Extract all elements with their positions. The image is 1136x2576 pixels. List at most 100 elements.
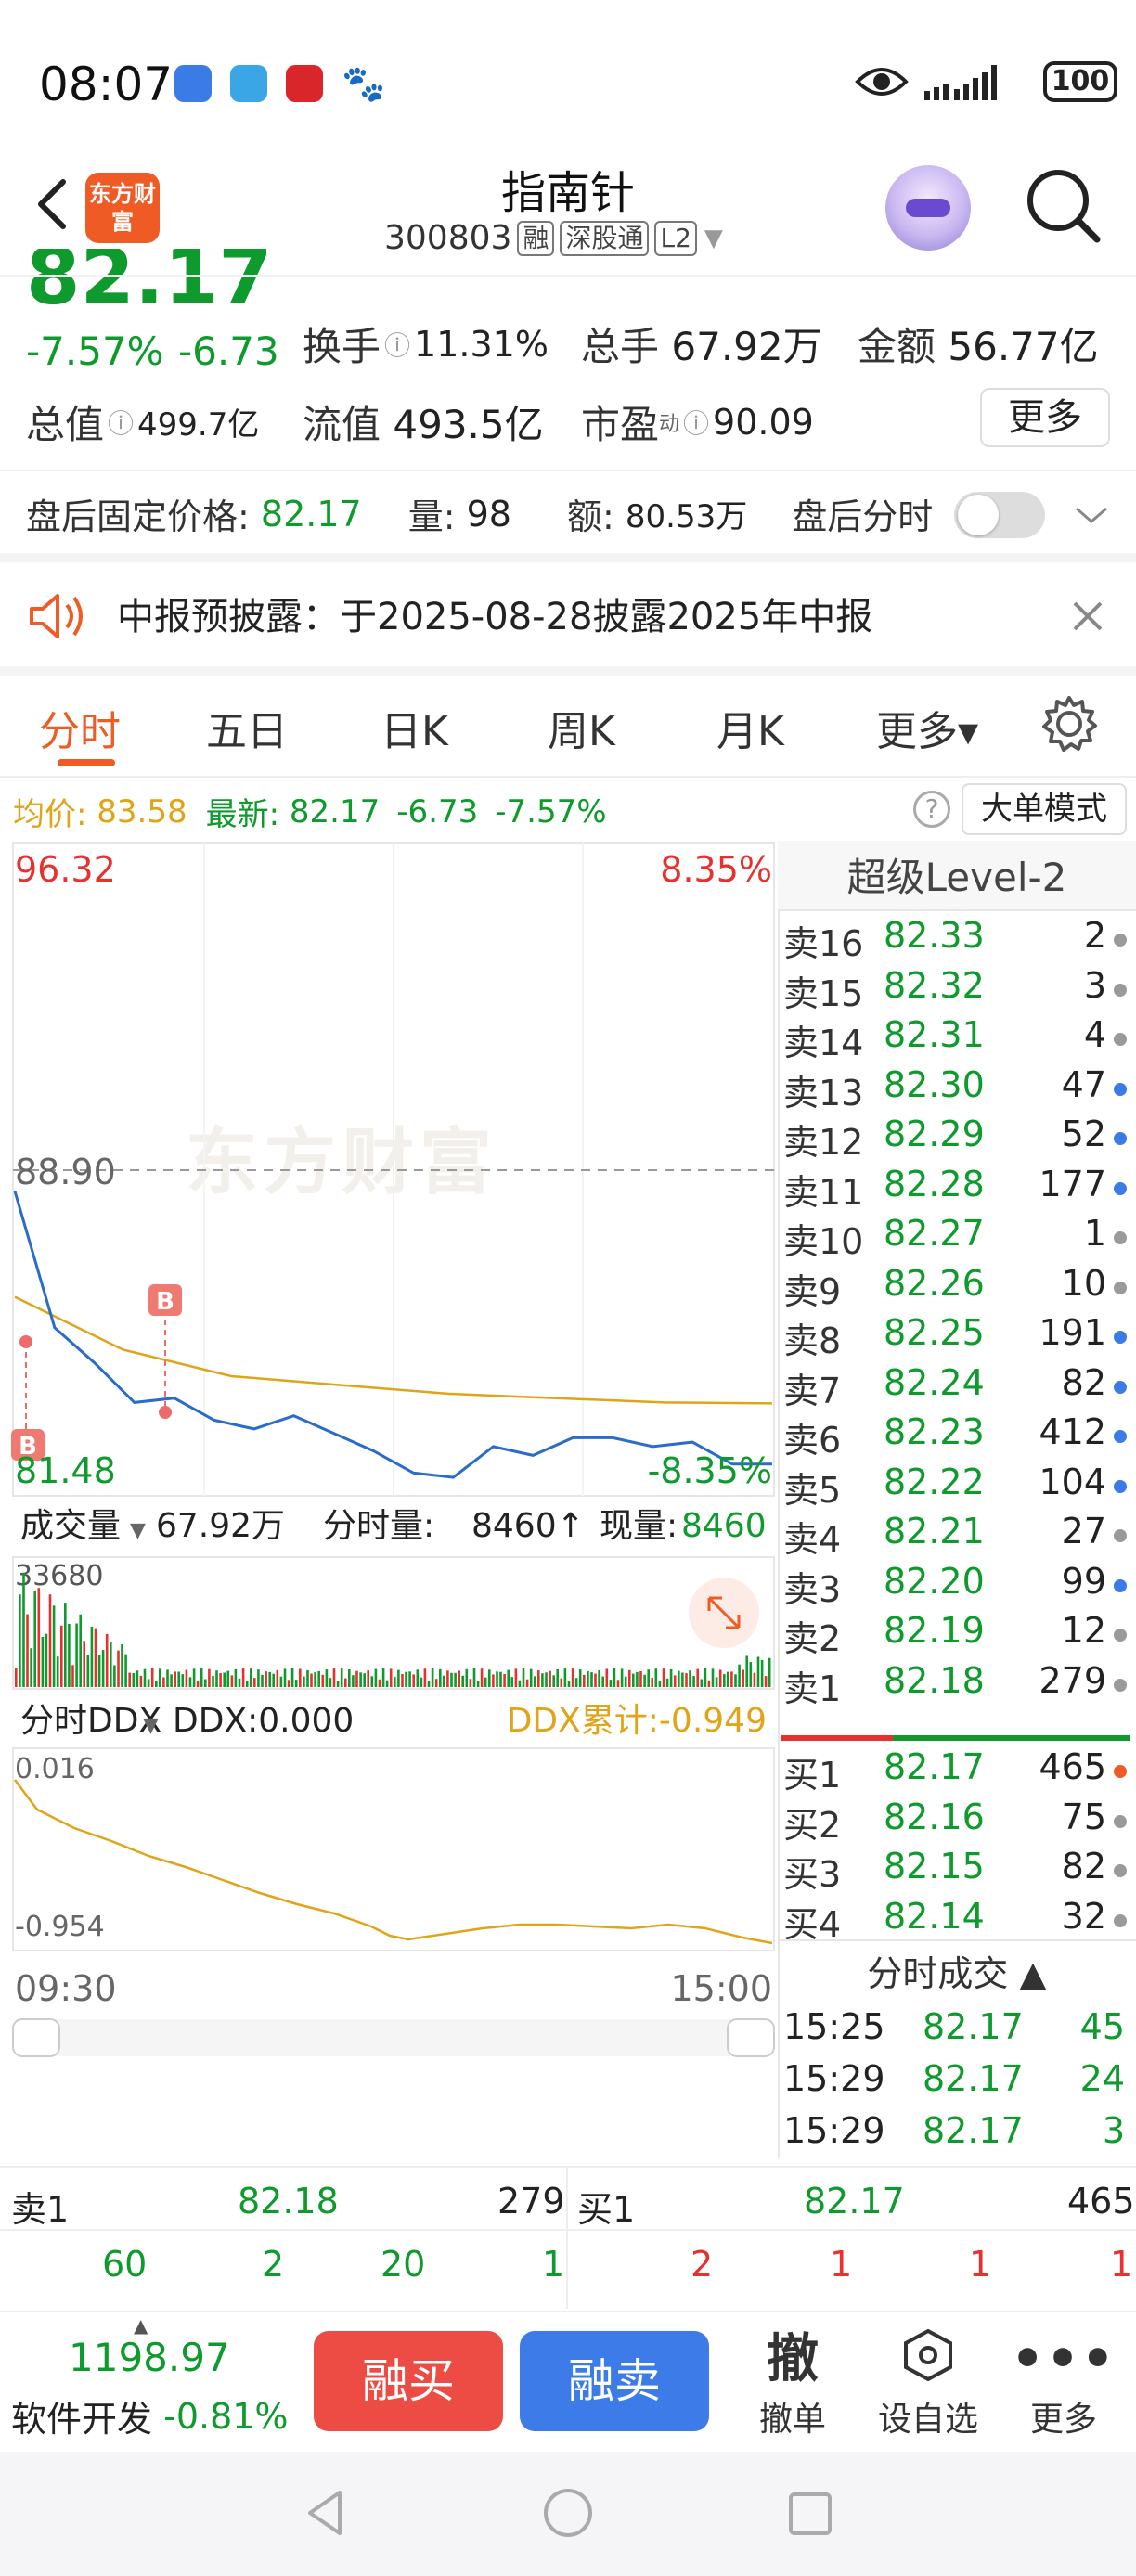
- volume-bar: [344, 1678, 347, 1687]
- tab-five-day[interactable]: 五日: [206, 698, 288, 757]
- svg-text:▼: ▼: [143, 1714, 159, 1737]
- ask-row[interactable]: 卖9 82.26 10: [783, 1263, 1129, 1313]
- cancel-order-button[interactable]: 撤 撤单: [737, 2327, 848, 2441]
- volume-bar: [764, 1676, 768, 1687]
- volume-bar: [552, 1675, 555, 1687]
- volume-bar: [143, 1668, 147, 1687]
- volume-bar: [700, 1679, 704, 1687]
- order-dot-icon: [1114, 1864, 1127, 1877]
- volume-bar: [496, 1671, 498, 1687]
- ask-row[interactable]: 卖12 82.29 52: [783, 1114, 1129, 1164]
- volume-bar: [461, 1675, 464, 1687]
- big-order-mode-button[interactable]: 大单模式: [962, 783, 1127, 835]
- order-dot-icon: [1114, 1578, 1127, 1592]
- more-stats-button[interactable]: 更多: [980, 388, 1110, 447]
- bid-row[interactable]: 买2 82.16 75: [783, 1797, 1129, 1847]
- more-button[interactable]: ••• 更多: [1008, 2327, 1119, 2441]
- trade-time: 15:29: [783, 2110, 885, 2151]
- volume-bar: [734, 1674, 737, 1687]
- bid-row[interactable]: 买3 82.15 82: [783, 1846, 1129, 1896]
- ask-row[interactable]: 卖2 82.19 12: [783, 1610, 1129, 1660]
- nav-home-icon[interactable]: [542, 2487, 594, 2539]
- volume-bar: [101, 1650, 105, 1687]
- volume-bar: [94, 1628, 97, 1687]
- ask-row[interactable]: 卖7 82.24 82: [783, 1362, 1129, 1412]
- expand-up-icon[interactable]: ▲: [134, 2314, 148, 2337]
- volume-bar: [718, 1669, 722, 1687]
- volume-bar: [616, 1680, 620, 1687]
- nav-recents-icon[interactable]: [787, 2491, 833, 2537]
- close-icon[interactable]: [1069, 598, 1106, 635]
- margin-buy-button[interactable]: 融买: [314, 2331, 503, 2431]
- ask-row[interactable]: 卖1 82.18 279: [783, 1660, 1129, 1710]
- volume-bar: [185, 1669, 188, 1687]
- ask-row[interactable]: 卖16 82.33 2: [783, 915, 1129, 965]
- trade-volume: 45: [1079, 2006, 1125, 2047]
- gear-icon[interactable]: [1039, 694, 1099, 753]
- sector-index-name[interactable]: 软件开发 -0.81%: [11, 2390, 289, 2441]
- stock-code-row[interactable]: 300803 融 深股通 L2 ▼: [384, 219, 723, 257]
- volume-bar: [128, 1672, 131, 1687]
- tab-weekly-k[interactable]: 周K: [548, 698, 615, 757]
- tab-more[interactable]: 更多▾: [876, 698, 978, 757]
- sector-index-value[interactable]: 1198.97: [69, 2335, 230, 2380]
- volume-bar: [245, 1681, 249, 1687]
- bid-row[interactable]: 买4 82.14 32: [783, 1896, 1129, 1946]
- pct-low-label: -8.35%: [648, 1450, 772, 1491]
- volume-bar: [594, 1673, 597, 1687]
- assistant-avatar[interactable]: [885, 165, 971, 251]
- volume-bar: [756, 1656, 760, 1687]
- bid-level: 买1: [783, 1755, 842, 1796]
- volume-bar: [510, 1677, 514, 1687]
- volume-bar: [200, 1668, 203, 1687]
- volume-bar: [529, 1668, 533, 1687]
- ask-row[interactable]: 卖6 82.23 412: [783, 1411, 1129, 1462]
- chevron-down-icon[interactable]: [1073, 501, 1110, 529]
- back-button[interactable]: [26, 167, 82, 241]
- level2-tag: L2: [654, 220, 697, 256]
- tab-daily-k[interactable]: 日K: [381, 698, 448, 757]
- add-watchlist-button[interactable]: 设自选: [872, 2327, 984, 2441]
- trades-title[interactable]: 分时成交 ▲: [778, 1945, 1136, 1996]
- volume-bar: [253, 1678, 256, 1687]
- volume-bar: [760, 1659, 764, 1687]
- margin-tag: 融: [517, 220, 555, 256]
- ask-row[interactable]: 卖14 82.31 4: [783, 1014, 1129, 1064]
- price-panel: [11, 842, 775, 1497]
- after-hours-row: 盘后固定价格: 82.17 量: 98 额: 80.53万 盘后分时: [26, 488, 933, 539]
- search-icon[interactable]: [1021, 163, 1104, 247]
- margin-sell-button[interactable]: 融卖: [520, 2331, 709, 2431]
- ask-row[interactable]: 卖10 82.27 1: [783, 1213, 1129, 1263]
- volume-bar: [458, 1670, 460, 1687]
- volume-bar: [276, 1669, 279, 1687]
- intraday-chart[interactable]: 96.32 8.35% 88.90 81.48 -8.35% B B 成交量 ▼…: [0, 841, 778, 2162]
- volume-bar: [279, 1676, 283, 1687]
- ask-row[interactable]: 卖8 82.25 191: [783, 1312, 1129, 1362]
- ask-level: 卖7: [783, 1370, 842, 1411]
- ask-qty: 99: [1061, 1560, 1106, 1602]
- volume-bar: [707, 1680, 711, 1687]
- volume-bar: [283, 1668, 287, 1687]
- volume-bar: [534, 1676, 536, 1687]
- tab-intraday[interactable]: 分时: [39, 698, 121, 757]
- ask-row[interactable]: 卖15 82.32 3: [783, 965, 1129, 1015]
- bid-row[interactable]: 买1 82.17 465: [783, 1746, 1129, 1797]
- ask-row[interactable]: 卖11 82.28 177: [783, 1164, 1129, 1214]
- volume-bar: [484, 1677, 487, 1687]
- ask-price: 82.29: [884, 1114, 985, 1154]
- ask-row[interactable]: 卖5 82.22 104: [783, 1462, 1129, 1512]
- volume-bar: [696, 1668, 699, 1687]
- ask-row[interactable]: 卖3 82.20 99: [783, 1561, 1129, 1611]
- volume-bar: [745, 1655, 748, 1687]
- chart-tabs: 分时 五日 日K 周K 月K 更多▾: [0, 685, 1136, 778]
- volume-bar: [753, 1672, 756, 1687]
- volume-bar: [647, 1669, 650, 1687]
- ask-level: 卖6: [783, 1420, 842, 1461]
- app-logo: 东方财富: [85, 173, 160, 243]
- ask-row[interactable]: 卖13 82.30 47: [783, 1064, 1129, 1114]
- svg-text:▼: ▼: [130, 1519, 146, 1542]
- ask-row[interactable]: 卖4 82.21 27: [783, 1511, 1129, 1561]
- nav-back-icon[interactable]: [303, 2487, 347, 2539]
- help-icon[interactable]: ?: [913, 791, 950, 828]
- tab-monthly-k[interactable]: 月K: [716, 698, 784, 757]
